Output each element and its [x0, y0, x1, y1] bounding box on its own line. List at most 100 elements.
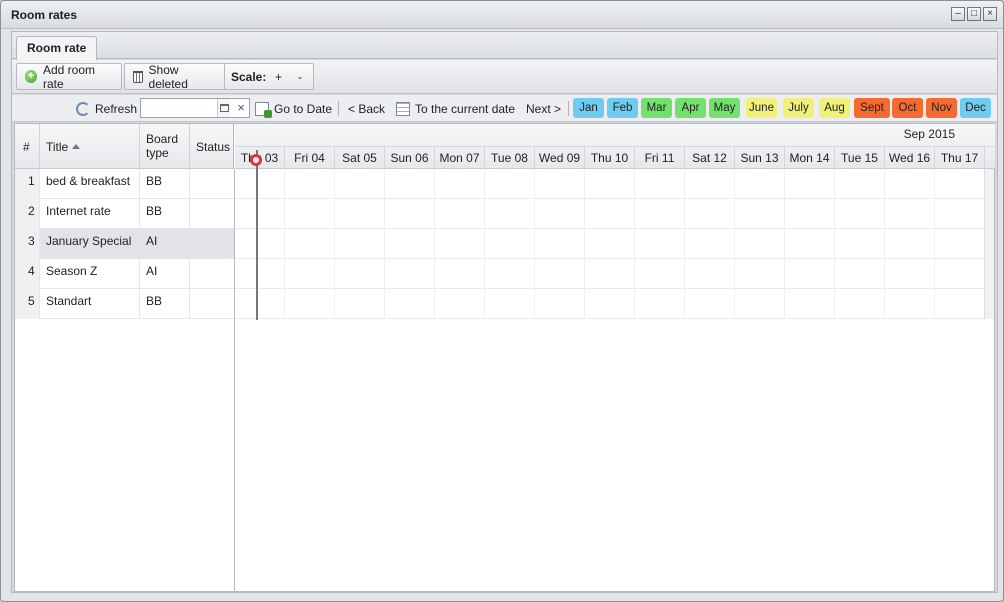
column-header-title[interactable]: Title: [40, 124, 140, 169]
timeline-body: [235, 169, 985, 319]
column-header-board-type[interactable]: Board type: [140, 124, 190, 169]
month-button-june[interactable]: June: [746, 98, 777, 118]
sort-ascending-icon: [72, 144, 81, 149]
back-label: < Back: [348, 101, 386, 116]
timeline-row[interactable]: [235, 199, 985, 229]
separator: [338, 101, 339, 116]
day-header: Sun 13: [735, 147, 785, 169]
column-header-num[interactable]: #: [15, 124, 40, 169]
timeline-scrollbar[interactable]: [984, 169, 994, 319]
month-button-feb[interactable]: Feb: [607, 98, 638, 118]
add-room-rate-button[interactable]: + Add room rate: [16, 62, 122, 91]
day-header: Sat 05: [335, 147, 385, 169]
table-row[interactable]: 3 January Special AI: [15, 229, 234, 259]
day-gridline: [634, 169, 635, 319]
day-header: Mon 07: [435, 147, 485, 169]
timeline-row[interactable]: [235, 259, 985, 289]
column-header-status[interactable]: Status: [190, 124, 234, 169]
table-header: # Title Board type Status: [15, 124, 234, 169]
current-date-button[interactable]: To the current date: [396, 99, 515, 118]
month-button-jan[interactable]: Jan: [573, 98, 604, 118]
back-button[interactable]: < Back: [348, 99, 385, 118]
day-gridline: [934, 169, 935, 319]
minimize-icon[interactable]: –: [951, 7, 965, 21]
day-header: Fri 11: [635, 147, 685, 169]
current-date-marker: [256, 150, 258, 320]
month-button-may[interactable]: May: [709, 98, 740, 118]
day-header: Sun 06: [385, 147, 435, 169]
show-deleted-button[interactable]: Show deleted: [124, 62, 226, 91]
timeline-month-label: Sep 2015: [903, 127, 955, 141]
next-label: Next >: [526, 101, 562, 116]
window-controls: – □ ×: [951, 7, 997, 21]
show-deleted-label: Show deleted: [148, 62, 188, 91]
scale-plus-button[interactable]: +: [275, 70, 282, 84]
day-header: Tue 08: [485, 147, 535, 169]
day-gridline: [684, 169, 685, 319]
month-button-nov[interactable]: Nov: [926, 98, 957, 118]
day-header: Sat 12: [685, 147, 735, 169]
day-gridline: [534, 169, 535, 319]
go-to-date-icon: [255, 101, 272, 118]
day-gridline: [384, 169, 385, 319]
maximize-icon[interactable]: □: [967, 7, 981, 21]
calendar-icon[interactable]: [217, 99, 231, 117]
day-header: Thu 17: [935, 147, 985, 169]
timeline-row[interactable]: [235, 289, 985, 319]
day-gridline: [284, 169, 285, 319]
table-body: 1 bed & breakfast BB 2 Internet rate BB …: [15, 169, 235, 592]
window-titlebar: Room rates – □ ×: [1, 1, 1003, 29]
trash-icon: [133, 70, 143, 83]
date-input[interactable]: [141, 99, 217, 117]
refresh-button[interactable]: Refresh: [76, 99, 137, 118]
month-button-mar[interactable]: Mar: [641, 98, 672, 118]
timeline-day-row: Thu 03 Fri 04 Sat 05 Sun 06 Mon 07 Tue 0…: [235, 146, 995, 169]
next-button[interactable]: Next >: [526, 99, 561, 118]
scale-label: Scale:: [231, 70, 267, 84]
day-header: Thu 10: [585, 147, 635, 169]
month-button-dec[interactable]: Dec: [960, 98, 991, 118]
table-row[interactable]: 1 bed & breakfast BB: [15, 169, 234, 199]
table-row[interactable]: 5 Standart BB: [15, 289, 234, 319]
clear-icon[interactable]: ×: [233, 100, 249, 116]
table-row[interactable]: 2 Internet rate BB: [15, 199, 234, 229]
month-button-oct[interactable]: Oct: [892, 98, 923, 118]
month-button-sept[interactable]: Sept: [854, 98, 890, 118]
go-to-date-label: Go to Date: [274, 101, 333, 116]
go-to-date-button[interactable]: Go to Date: [255, 99, 332, 118]
month-button-aug[interactable]: Aug: [819, 98, 850, 118]
window-title: Room rates: [11, 8, 78, 22]
day-gridline: [834, 169, 835, 319]
timeline-row[interactable]: [235, 229, 985, 259]
day-header: Tue 15: [835, 147, 885, 169]
table-row[interactable]: 4 Season Z AI: [15, 259, 234, 289]
timeline-header: Sep 2015 Thu 03 Fri 04 Sat 05 Sun 06 Mon…: [235, 124, 995, 169]
rates-grid: # Title Board type Status 1 bed & breakf…: [14, 123, 995, 592]
month-button-july[interactable]: July: [783, 98, 814, 118]
day-gridline: [784, 169, 785, 319]
day-header: Wed 09: [535, 147, 585, 169]
separator: [568, 101, 569, 116]
scale-control: Scale: + -: [224, 63, 314, 90]
tab-room-rate[interactable]: Room rate: [16, 36, 98, 60]
timeline-row[interactable]: [235, 169, 985, 199]
add-room-rate-label: Add room rate: [42, 62, 95, 91]
navigation-bar: Refresh × Go to Date < Back To the curre…: [12, 95, 997, 122]
day-header: Fri 04: [285, 147, 335, 169]
day-gridline: [484, 169, 485, 319]
current-date-pin-icon[interactable]: [250, 154, 262, 166]
room-rates-window: Room rates – □ × Room rate + Add room ra…: [0, 0, 1004, 602]
day-gridline: [584, 169, 585, 319]
day-gridline: [734, 169, 735, 319]
close-icon[interactable]: ×: [983, 7, 997, 21]
toolbar: + Add room rate Show deleted Scale: + -: [12, 60, 997, 94]
day-gridline: [334, 169, 335, 319]
current-date-icon: [396, 101, 410, 116]
main-panel: Room rate + Add room rate Show deleted S…: [11, 31, 998, 593]
month-button-apr[interactable]: Apr: [675, 98, 706, 118]
scale-minus-button[interactable]: -: [298, 70, 302, 84]
day-gridline: [884, 169, 885, 319]
tab-strip: Room rate: [12, 32, 997, 60]
refresh-label: Refresh: [95, 101, 138, 116]
day-header: Mon 14: [785, 147, 835, 169]
